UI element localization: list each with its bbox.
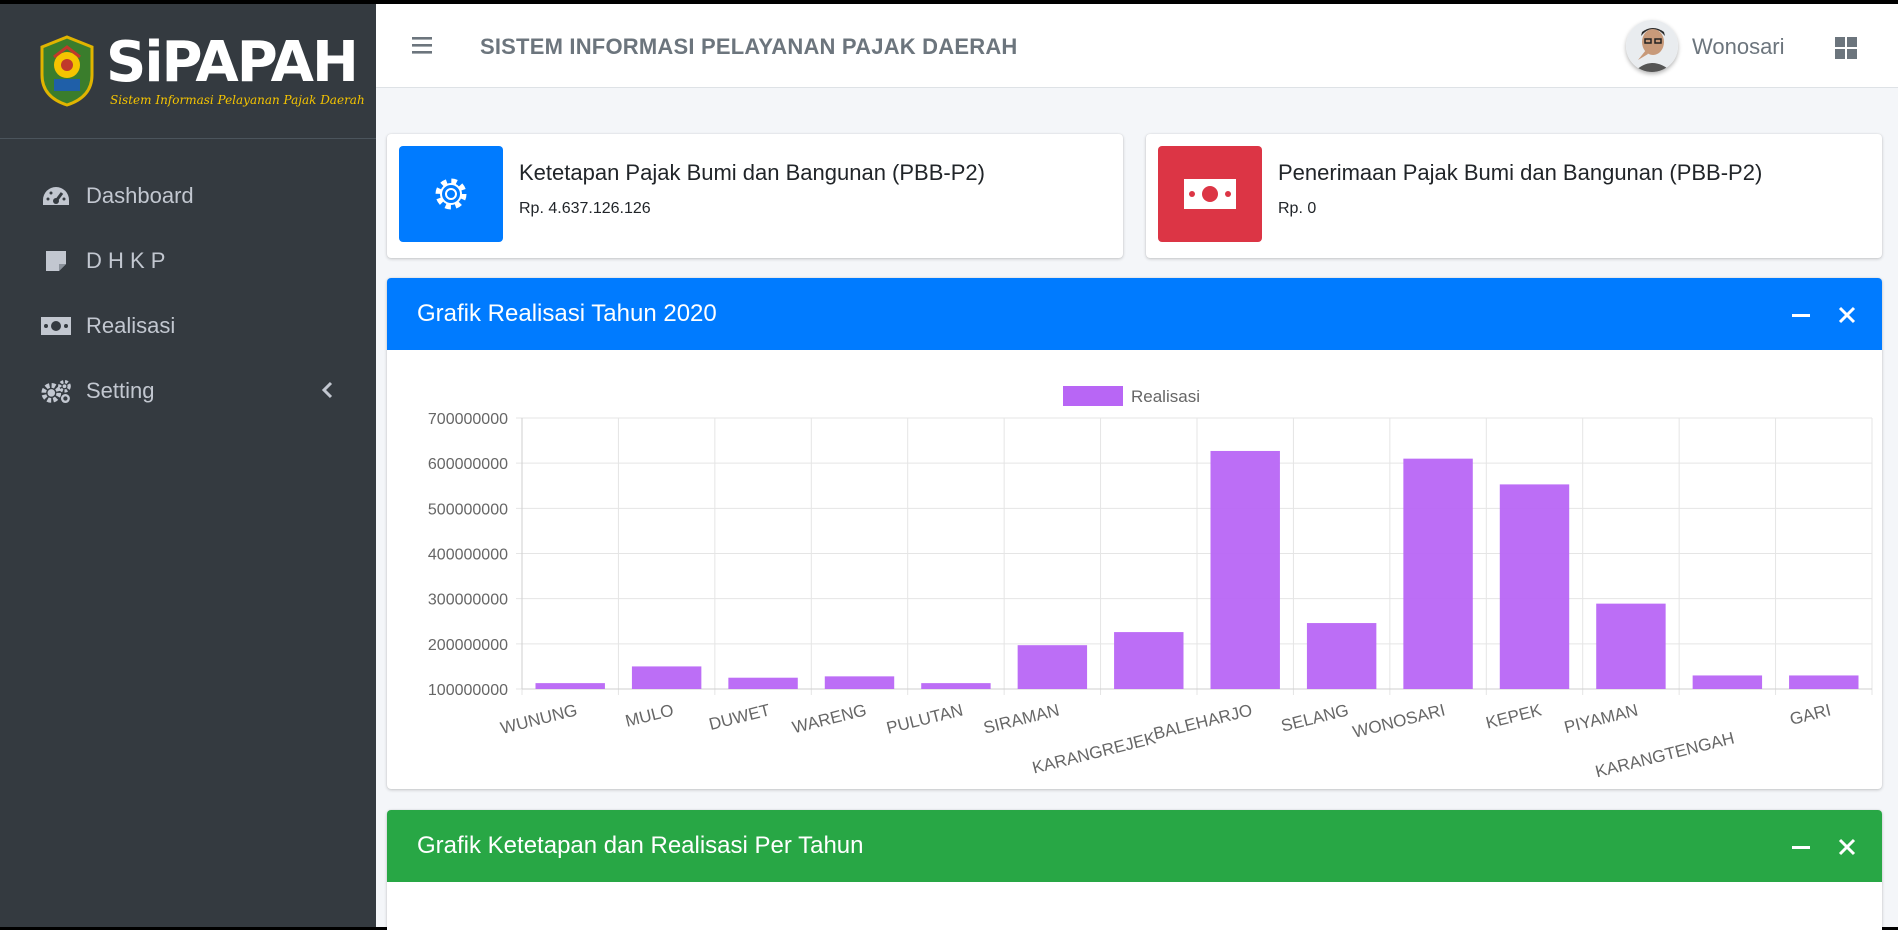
- sidebar-item-label: Setting: [86, 377, 155, 403]
- x-tick-label: PIYAMAN: [1562, 700, 1640, 737]
- bar-gari: [1789, 675, 1859, 689]
- sidebar-item-label: Realisasi: [86, 312, 176, 338]
- sidebar-item-label: D H K P: [86, 247, 166, 273]
- x-tick-label: WUNUNG: [499, 700, 580, 737]
- bar-mulo: [631, 666, 702, 689]
- page-title: SISTEM INFORMASI PELAYANAN PAJAK DAERAH: [480, 34, 1018, 59]
- cogs-icon: [40, 379, 72, 403]
- bar-wonosari: [1403, 458, 1473, 689]
- info-box-penerimaan: Penerimaan Pajak Bumi dan Bangunan (PBB-…: [1146, 134, 1882, 258]
- menu-icon[interactable]: [410, 34, 434, 56]
- sidebar-item-realisasi[interactable]: Realisasi: [0, 293, 376, 358]
- bar-siraman: [1017, 645, 1088, 689]
- y-tick-label: 100000000: [428, 682, 508, 699]
- info-box-ketetapan: Ketetapan Pajak Bumi dan Bangunan (PBB-P…: [387, 134, 1123, 258]
- bar-baleharjo: [1210, 450, 1280, 689]
- card-header: Grafik Realisasi Tahun 2020: [387, 278, 1882, 350]
- x-tick-label: KARANGTENGAH: [1593, 728, 1736, 781]
- legend-label: Realisasi: [1131, 387, 1200, 406]
- x-tick-label: BALEHARJO: [1151, 700, 1254, 743]
- bar-karangrejek: [1114, 632, 1184, 689]
- x-tick-label: SIRAMAN: [982, 700, 1062, 737]
- x-tick-label: PULUTAN: [885, 700, 965, 737]
- sticky-note-icon: [40, 249, 72, 273]
- money-bill-icon: [1184, 179, 1236, 209]
- brand-subtitle: Sistem Informasi Pelayanan Pajak Daerah: [110, 93, 365, 107]
- brand-name: SiPAPAH: [106, 30, 359, 95]
- x-tick-label: KARANGREJEK: [1030, 728, 1158, 777]
- x-tick-label: SELANG: [1279, 700, 1351, 735]
- bar-wunung: [535, 683, 605, 689]
- info-box-value: Rp. 0: [1278, 200, 1317, 217]
- minus-icon[interactable]: [1790, 836, 1812, 858]
- top-navbar: SISTEM INFORMASI PELAYANAN PAJAK DAERAH …: [376, 4, 1898, 88]
- x-tick-label: MULO: [623, 700, 675, 730]
- user-name[interactable]: Wonosari: [1692, 34, 1785, 60]
- y-tick-label: 700000000: [428, 411, 508, 428]
- main-content: SISTEM INFORMASI PELAYANAN PAJAK DAERAH …: [376, 4, 1898, 930]
- sidebar-item-setting[interactable]: Setting: [0, 358, 376, 423]
- legend-swatch: [1063, 386, 1123, 406]
- money-bill-icon: [40, 314, 72, 338]
- bar-duwet: [728, 677, 798, 689]
- sidebar-item-dhkp[interactable]: D H K P: [0, 228, 376, 293]
- y-tick-label: 600000000: [428, 456, 508, 473]
- x-tick-label: WARENG: [790, 700, 868, 737]
- bar-selang: [1306, 623, 1377, 689]
- card-header: Grafik Ketetapan dan Realisasi Per Tahun: [387, 810, 1882, 882]
- close-icon[interactable]: [1836, 836, 1858, 858]
- info-box-title: Ketetapan Pajak Bumi dan Bangunan (PBB-P…: [519, 160, 985, 185]
- gear-icon: [435, 178, 467, 210]
- info-box-title: Penerimaan Pajak Bumi dan Bangunan (PBB-…: [1278, 160, 1763, 185]
- x-tick-label: KEPEK: [1484, 700, 1544, 732]
- minus-icon[interactable]: [1790, 304, 1812, 326]
- bar-wareng: [824, 676, 895, 689]
- sidebar-item-dashboard[interactable]: Dashboard: [0, 163, 376, 228]
- y-tick-label: 400000000: [428, 547, 508, 564]
- y-tick-label: 300000000: [428, 592, 508, 609]
- card-grafik-realisasi: Grafik Realisasi Tahun 2020 Realisasi 700…: [387, 278, 1882, 789]
- bar-piyaman: [1596, 603, 1666, 689]
- grid-icon[interactable]: [1834, 36, 1858, 60]
- info-box-icon: [399, 146, 503, 242]
- info-box-icon: [1158, 146, 1262, 242]
- card-title: Grafik Ketetapan dan Realisasi Per Tahun: [417, 832, 864, 859]
- sidebar: SiPAPAH Sistem Informasi Pelayanan Pajak…: [0, 4, 376, 927]
- bar-kepek: [1499, 484, 1570, 689]
- tachometer-icon: [40, 184, 72, 208]
- regency-seal-logo: [40, 35, 94, 107]
- avatar[interactable]: [1626, 20, 1678, 72]
- x-tick-label: WONOSARI: [1351, 700, 1447, 741]
- x-tick-label: DUWET: [707, 700, 772, 734]
- brand[interactable]: SiPAPAH Sistem Informasi Pelayanan Pajak…: [0, 4, 376, 139]
- info-box-value: Rp. 4.637.126.126: [519, 200, 651, 217]
- bar-pulutan: [921, 683, 991, 689]
- chevron-left-icon[interactable]: [316, 378, 340, 402]
- bar-karangtengah: [1692, 675, 1763, 689]
- y-tick-label: 200000000: [428, 637, 508, 654]
- y-tick-label: 500000000: [428, 501, 508, 518]
- x-tick-label: GARI: [1788, 700, 1833, 728]
- card-title: Grafik Realisasi Tahun 2020: [417, 300, 717, 327]
- bar-chart: Realisasi 700000000 600000000 500000000 4000…: [428, 386, 1873, 781]
- sidebar-item-label: Dashboard: [86, 182, 194, 208]
- card-grafik-ketetapan-realisasi: Grafik Ketetapan dan Realisasi Per Tahun: [387, 810, 1882, 930]
- sidebar-nav: Dashboard D H K P Realisasi Setting: [0, 163, 376, 423]
- close-icon[interactable]: [1836, 304, 1858, 326]
